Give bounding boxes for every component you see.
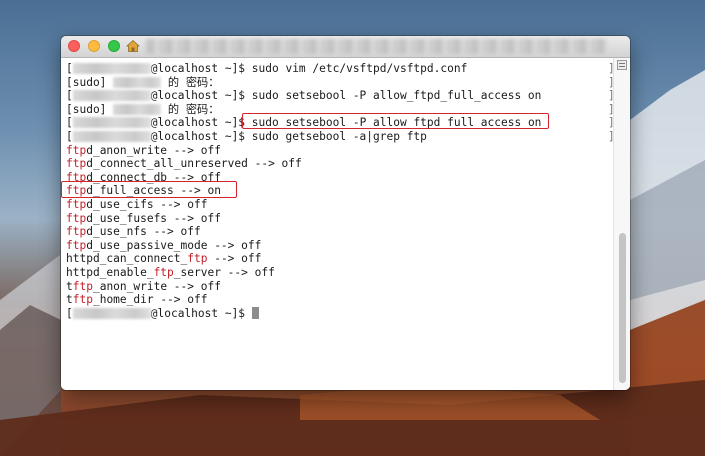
terminal-text: ftp <box>72 293 93 307</box>
terminal-text: @localhost ~]$ <box>150 306 252 320</box>
terminal-text: [sudo] <box>66 102 114 116</box>
redacted-username <box>72 63 151 74</box>
terminal-line: ftpd_use_fusefs --> off <box>66 212 221 225</box>
prompt-bracket: [ <box>66 306 73 320</box>
terminal-text: --> off <box>207 252 262 266</box>
terminal-text: d_anon_write --> off <box>86 143 221 157</box>
terminal-text: httpd_enable_ <box>66 266 154 279</box>
terminal-text: ftp <box>72 279 93 293</box>
prompt-bracket: [ <box>66 130 73 143</box>
redacted-username <box>113 103 162 115</box>
terminal-text: ftp <box>187 252 208 266</box>
terminal-text: t <box>66 279 73 293</box>
terminal-text: ftp <box>66 143 87 157</box>
terminal-text: _home_dir --> off <box>92 293 208 307</box>
maximize-icon[interactable] <box>108 40 120 52</box>
terminal-line: [sudo] 的 密码： <box>66 76 219 89</box>
terminal-text: ftp <box>66 211 87 225</box>
terminal-line: httpd_can_connect_ftp --> off <box>66 252 261 265</box>
terminal-text: 的 密码： <box>161 75 220 89</box>
terminal-output[interactable]: [ @localhost ~]$ sudo vim /etc/vsftpd/vsf… <box>61 58 615 390</box>
terminal-text: _server --> off <box>173 266 275 279</box>
terminal-line: [ @localhost ~]$ sudo setsebool -P allow_… <box>66 89 541 102</box>
prompt-bracket: [ <box>66 89 73 103</box>
terminal-text: [sudo] <box>66 75 114 89</box>
terminal-text: @localhost ~]$ sudo vim /etc/vsftpd/vsft… <box>150 62 468 75</box>
terminal-line: ftpd_use_passive_mode --> off <box>66 239 261 252</box>
minimize-icon[interactable] <box>88 40 100 52</box>
terminal-text: d_use_passive_mode --> off <box>86 238 262 252</box>
window-titlebar[interactable] <box>61 36 630 58</box>
terminal-text: ftp <box>153 266 174 279</box>
terminal-line: tftp_anon_write --> off <box>66 280 221 293</box>
terminal-text: d_connect_all_unreserved --> off <box>86 157 302 171</box>
redacted-username <box>72 307 151 319</box>
redacted-username <box>113 76 162 88</box>
terminal-text: @localhost ~]$ sudo setsebool -P allow_f… <box>150 89 542 103</box>
redacted-username <box>72 131 151 142</box>
terminal-line: httpd_enable_ftp_server --> off <box>66 266 275 279</box>
terminal-line: ftpd_use_nfs --> off <box>66 225 201 238</box>
scrollbar-thumb[interactable] <box>619 233 626 383</box>
terminal-line: tftp_home_dir --> off <box>66 293 207 306</box>
terminal-text: t <box>66 293 73 307</box>
terminal-line: ftpd_anon_write --> off <box>66 144 221 157</box>
terminal-text: d_use_cifs --> off <box>86 198 208 211</box>
terminal-text: 的 密码： <box>161 102 220 116</box>
home-folder-icon <box>126 39 140 52</box>
terminal-line: ftpd_use_cifs --> off <box>66 198 207 211</box>
highlight-full-access-on <box>61 181 237 198</box>
terminal-line: [ @localhost ~]$ sudo getsebool -a|grep f… <box>66 130 427 143</box>
terminal-text: _anon_write --> off <box>92 279 221 293</box>
prompt-bracket: [ <box>66 62 73 75</box>
window-title-redacted <box>145 39 607 54</box>
scrollbar-menu-icon[interactable] <box>617 60 627 70</box>
terminal-text: @localhost ~]$ sudo getsebool -a|grep ft… <box>150 130 427 143</box>
prompt-bracket: [ <box>66 116 73 130</box>
terminal-line: [ @localhost ~]$ <box>66 306 259 320</box>
close-icon[interactable] <box>68 40 80 52</box>
terminal-text: ftp <box>66 238 87 252</box>
redacted-username <box>72 117 151 129</box>
terminal-text: ftp <box>66 225 87 239</box>
terminal-window: [ @localhost ~]$ sudo vim /etc/vsftpd/vsf… <box>61 36 630 390</box>
terminal-text: ftp <box>66 198 87 211</box>
terminal-line: [sudo] 的 密码： <box>66 103 219 116</box>
terminal-text: d_use_nfs --> off <box>86 225 201 239</box>
text-cursor <box>251 306 259 319</box>
terminal-line: ftpd_connect_all_unreserved --> off <box>66 157 302 170</box>
redacted-username <box>72 90 151 102</box>
vertical-scrollbar[interactable] <box>613 58 630 390</box>
terminal-text: @localhost ~]$ <box>150 116 252 130</box>
highlight-setsebool-command <box>242 113 549 129</box>
terminal-text: d_use_fusefs --> off <box>86 211 221 225</box>
terminal-text: ftp <box>66 157 87 171</box>
terminal-text: httpd_can_connect_ <box>66 252 188 266</box>
terminal-line: [ @localhost ~]$ sudo vim /etc/vsftpd/vsf… <box>66 62 467 75</box>
